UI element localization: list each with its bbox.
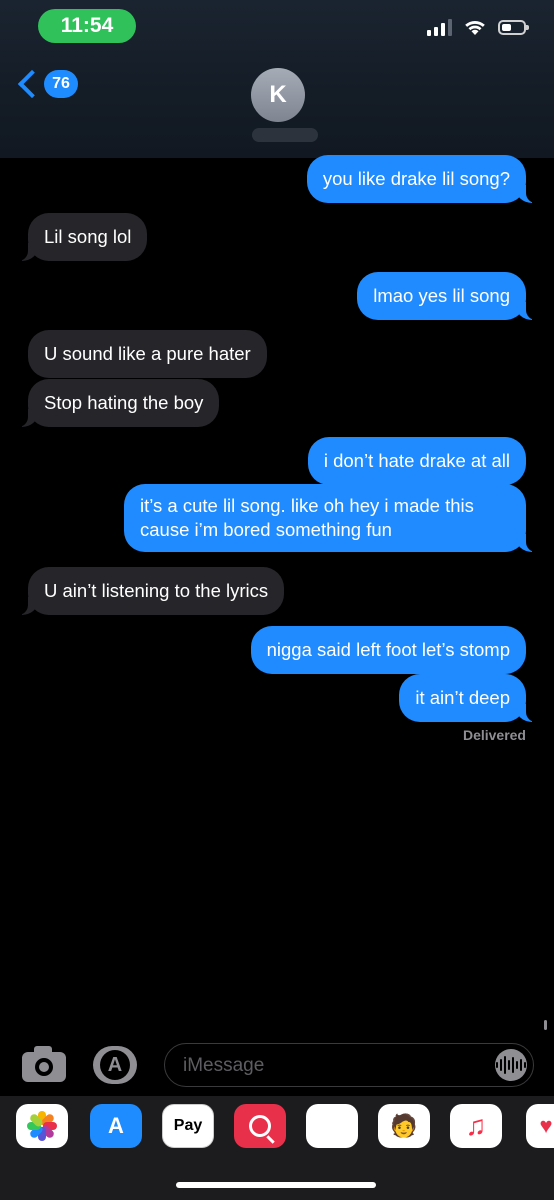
back-button[interactable]: 76 [16,69,78,99]
message-sent[interactable]: it ain’t deep [399,674,540,722]
conversation-header: 11:54 76 K [0,0,554,158]
animoji-icon[interactable]: 🐵 [306,1104,358,1148]
audio-message-icon[interactable] [495,1049,527,1081]
apple-pay-label: Pay [173,1117,203,1134]
wifi-icon [465,20,485,35]
message-received[interactable]: U ain’t listening to the lyrics [13,567,285,615]
message-sent[interactable]: lmao yes lil song [357,272,540,320]
message-sent[interactable]: i don’t hate drake at all [307,437,526,485]
contact-avatar[interactable]: K [251,68,305,122]
message-received[interactable]: U sound like a pure hater [28,330,267,378]
cellular-signal-icon [427,18,452,36]
web-search-icon[interactable] [234,1104,286,1148]
digital-touch-icon[interactable]: ♥ [526,1104,554,1148]
scroll-indicator[interactable] [544,1020,547,1030]
photos-icon[interactable] [16,1104,68,1148]
message-input[interactable]: iMessage [164,1043,534,1087]
home-indicator[interactable] [176,1182,376,1188]
message-input-placeholder: iMessage [183,1055,265,1076]
delivered-status: Delivered [462,727,526,743]
memoji-icon[interactable]: 🧑 [378,1104,430,1148]
music-icon[interactable]: ♫ [450,1104,502,1148]
app-store-icon: A [100,1050,130,1080]
message-sent[interactable]: you like drake lil song? [306,155,541,203]
battery-icon [498,19,529,35]
apple-pay-icon[interactable]: Pay [162,1104,214,1148]
message-received[interactable]: Stop hating the boy [13,379,220,427]
message-received[interactable]: Lil song lol [13,213,148,261]
message-sent[interactable]: nigga said left foot let’s stomp [250,626,526,674]
camera-icon[interactable] [22,1046,66,1082]
unread-count-badge: 76 [44,70,78,98]
status-icons [427,18,529,36]
chevron-left-icon [17,69,47,99]
apps-button[interactable]: A [93,1046,137,1084]
app-store-icon[interactable]: A [90,1104,142,1148]
contact-name-pill[interactable] [252,128,318,142]
message-sent[interactable]: it’s a cute lil song. like oh hey i made… [124,484,540,552]
status-time[interactable]: 11:54 [38,9,136,43]
